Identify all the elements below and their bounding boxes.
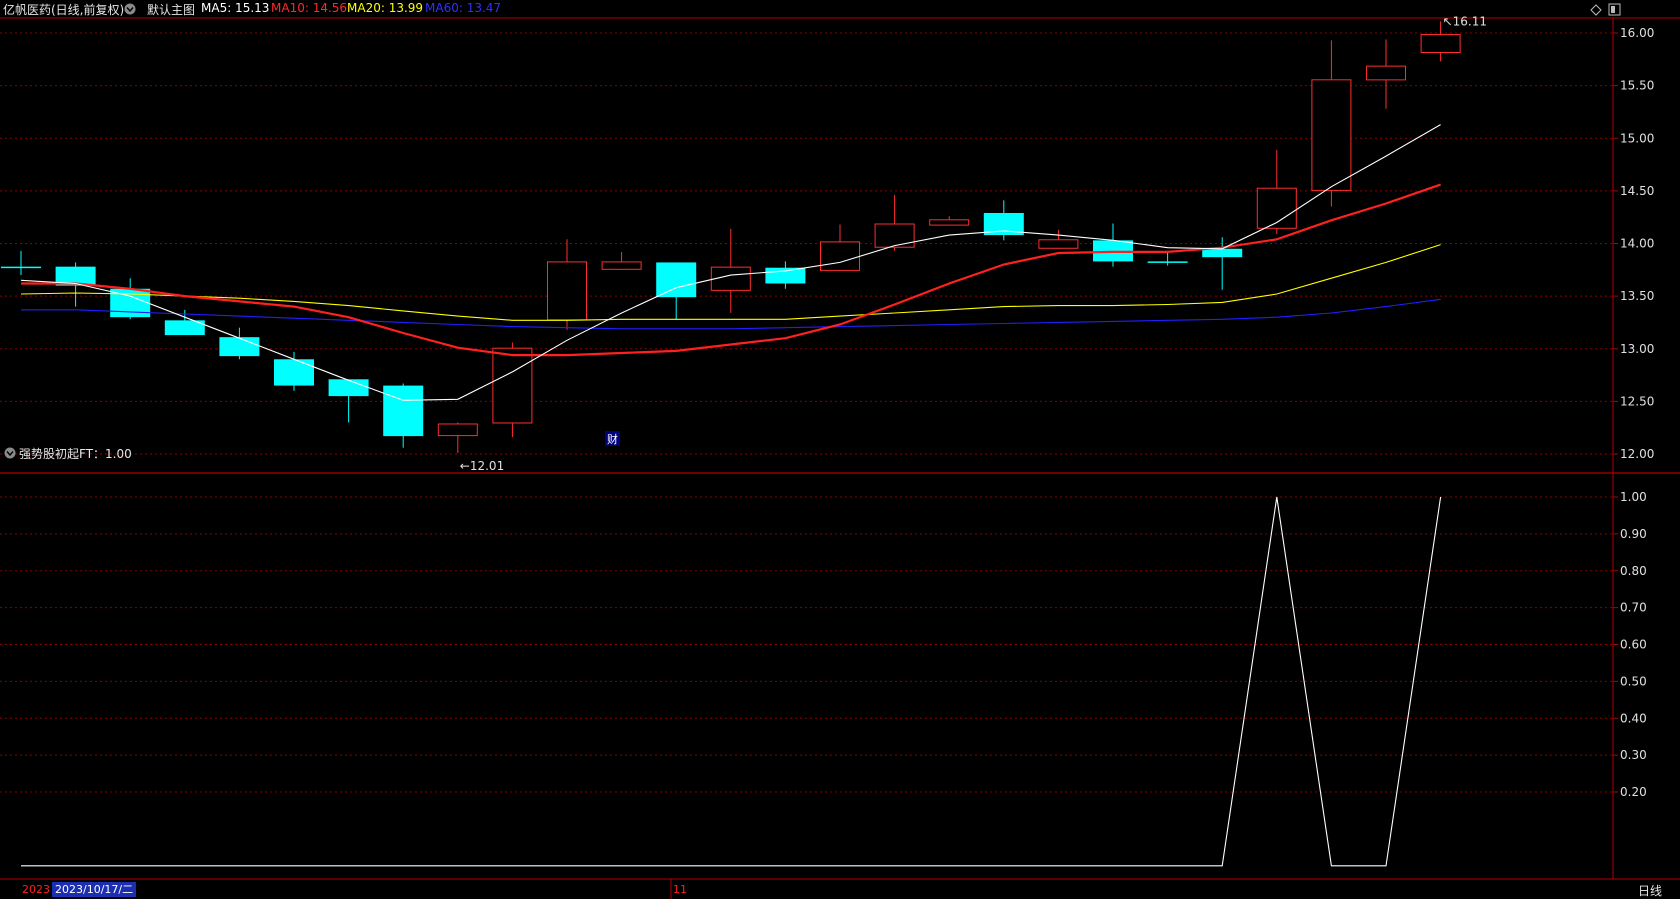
candle-body <box>383 385 424 437</box>
candle <box>274 351 314 391</box>
candle <box>929 216 970 226</box>
y-tick-label: 16.00 <box>1620 26 1654 40</box>
y-tick-label: 15.50 <box>1620 79 1654 93</box>
y-tick-label: 0.50 <box>1620 674 1647 688</box>
ma10-label: MA10: 14.56 <box>271 1 348 15</box>
candle-body <box>765 267 806 284</box>
y-tick-label: 13.50 <box>1620 289 1654 303</box>
candle-body <box>1147 261 1188 263</box>
candle-body <box>656 262 697 298</box>
candle-body <box>274 359 314 386</box>
candle-body <box>547 261 587 321</box>
y-tick-label: 12.50 <box>1620 394 1654 408</box>
y-tick-label: 13.00 <box>1620 342 1654 356</box>
candle-body <box>1202 248 1243 258</box>
y-tick-label: 1.00 <box>1620 490 1647 504</box>
y-tick-label: 0.60 <box>1620 638 1647 652</box>
y-tick-label: 14.50 <box>1620 184 1654 198</box>
candle <box>1366 39 1406 109</box>
y-tick-label: 0.20 <box>1620 785 1647 799</box>
chevron-down-icon[interactable] <box>4 447 16 459</box>
cursor-date: 2023/10/17/二 <box>52 882 137 897</box>
y-tick-label: 0.70 <box>1620 601 1647 615</box>
candle <box>1 250 41 276</box>
y-tick-label: 12.00 <box>1620 447 1654 461</box>
stock-title: 亿帆医药(日线,前复权) <box>3 3 125 17</box>
period-label[interactable]: 日线 <box>1638 882 1662 899</box>
window-icon[interactable] <box>1608 3 1621 16</box>
candle-body <box>820 241 860 271</box>
candle <box>1147 252 1188 266</box>
candle <box>765 261 806 289</box>
candle-body <box>328 379 369 397</box>
candle-body <box>601 261 642 270</box>
candle-body <box>492 347 533 424</box>
diamond-icon[interactable] <box>1590 4 1602 16</box>
candle <box>1093 223 1133 267</box>
year-label: 2023 <box>22 883 50 896</box>
candle-body <box>219 337 260 357</box>
candle-body <box>1 266 41 269</box>
high-price-annotation: ↖16.11 <box>1443 14 1487 28</box>
candle <box>1038 229 1079 249</box>
template-label[interactable]: 默认主图 <box>147 1 195 18</box>
candle-body <box>874 223 915 248</box>
y-tick-label: 0.40 <box>1620 711 1647 725</box>
candle <box>492 342 533 438</box>
candle <box>110 278 151 320</box>
y-tick-label: 14.00 <box>1620 237 1654 251</box>
candle <box>1256 149 1297 235</box>
candle <box>601 251 642 270</box>
candle <box>547 239 587 330</box>
ma20-label: MA20: 13.99 <box>347 1 424 15</box>
indicator-label: 强势股初起FT：1.00 <box>19 447 132 461</box>
candle <box>710 228 751 313</box>
ma60-label: MA60: 13.47 <box>425 1 502 15</box>
ma5-label: MA5: 15.13 <box>201 1 270 15</box>
low-price-annotation: ←12.01 <box>460 459 504 473</box>
chevron-down-icon[interactable] <box>124 3 136 15</box>
month-label: 11 <box>673 883 687 896</box>
candle-body <box>1366 65 1406 81</box>
candle <box>437 422 478 453</box>
candle <box>383 383 424 448</box>
finance-marker: 财 <box>607 432 618 446</box>
candle-body <box>1311 79 1352 191</box>
candle <box>1311 40 1352 207</box>
candle-body <box>437 423 478 437</box>
y-tick-label: 0.30 <box>1620 748 1647 762</box>
candle <box>656 262 697 320</box>
candle-body <box>1038 239 1079 249</box>
stock-chart[interactable]: 16.00 15.50 15.00 14.50 14.00 13.50 13.00 12.50… <box>0 0 1680 899</box>
y-tick-label: 0.80 <box>1620 564 1647 578</box>
candle-body <box>1420 34 1461 53</box>
candle <box>820 224 860 271</box>
y-tick-label: 15.00 <box>1620 131 1654 145</box>
candle <box>983 200 1024 241</box>
y-tick-label: 0.90 <box>1620 527 1647 541</box>
candle-body <box>929 219 970 226</box>
